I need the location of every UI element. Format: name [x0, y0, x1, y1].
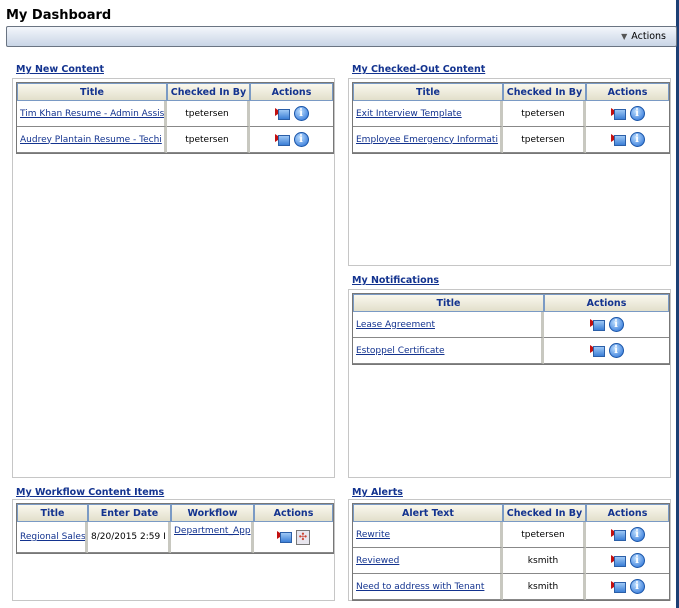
- workflow-panel: Title Enter Date Workflow Actions Regional …: [12, 499, 335, 601]
- notification-link[interactable]: Lease Agreement: [356, 320, 435, 330]
- enter-date: 8/20/2015 2:59 I: [88, 522, 171, 553]
- col-enter-date[interactable]: Enter Date: [88, 504, 171, 522]
- alert-link[interactable]: Reviewed: [356, 556, 399, 566]
- notifications-title[interactable]: My Notifications: [352, 275, 439, 286]
- content-link[interactable]: Employee Emergency Informati: [356, 135, 498, 145]
- col-title[interactable]: Title: [353, 294, 544, 312]
- info-icon[interactable]: i: [629, 579, 645, 594]
- col-actions: Actions: [586, 83, 669, 101]
- table-row: Need to address with Tenant ksmith i: [353, 574, 669, 600]
- col-checked-in-by[interactable]: Checked In By: [503, 504, 586, 522]
- content-link[interactable]: Exit Interview Template: [356, 109, 462, 119]
- checked-in-by: ksmith: [503, 548, 586, 574]
- col-actions: Actions: [254, 504, 333, 522]
- checked-in-by: tpetersen: [503, 101, 586, 127]
- alerts-table: Alert Text Checked In By Actions Rewrite tp…: [352, 503, 670, 601]
- info-icon[interactable]: i: [629, 553, 645, 568]
- workflow-link[interactable]: Department_App: [174, 526, 251, 536]
- col-actions: Actions: [250, 83, 333, 101]
- alert-link[interactable]: Need to address with Tenant: [356, 582, 484, 592]
- col-alert-text[interactable]: Alert Text: [353, 504, 503, 522]
- info-icon[interactable]: i: [293, 106, 309, 121]
- workflow-table: Title Enter Date Workflow Actions Regional …: [16, 503, 334, 554]
- col-actions: Actions: [586, 504, 669, 522]
- actions-menu-icon[interactable]: [274, 133, 291, 146]
- col-title[interactable]: Title: [17, 504, 88, 522]
- alerts-panel: Alert Text Checked In By Actions Rewrite tp…: [348, 499, 671, 601]
- checked-in-by: ksmith: [503, 574, 586, 600]
- checked-in-by: tpetersen: [167, 101, 250, 127]
- info-icon[interactable]: i: [608, 317, 624, 332]
- info-icon[interactable]: i: [629, 132, 645, 147]
- actions-menu-icon[interactable]: [610, 107, 627, 120]
- alert-link[interactable]: Rewrite: [356, 530, 390, 540]
- table-row: Tim Khan Resume - Admin Assis tpetersen i: [17, 101, 333, 127]
- new-content-title[interactable]: My New Content: [16, 64, 104, 75]
- table-row: Reviewed ksmith i: [353, 548, 669, 574]
- checked-out-panel: Title Checked In By Actions Exit Interview…: [348, 78, 671, 266]
- checked-in-by: tpetersen: [503, 522, 586, 548]
- info-icon[interactable]: i: [293, 132, 309, 147]
- actions-label: Actions: [631, 31, 666, 42]
- workflow-title[interactable]: My Workflow Content Items: [16, 487, 164, 498]
- table-row: Employee Emergency Informati tpetersen i: [353, 127, 669, 153]
- actions-menu-icon[interactable]: [274, 107, 291, 120]
- notification-link[interactable]: Estoppel Certificate: [356, 346, 444, 356]
- col-workflow[interactable]: Workflow: [171, 504, 254, 522]
- content-link[interactable]: Tim Khan Resume - Admin Assis: [20, 109, 164, 119]
- alerts-title[interactable]: My Alerts: [352, 487, 403, 498]
- content-link[interactable]: Audrey Plantain Resume - Techi: [20, 135, 162, 145]
- info-icon[interactable]: i: [608, 343, 624, 358]
- col-title[interactable]: Title: [353, 83, 503, 101]
- workflow-step-icon[interactable]: ✣: [296, 529, 310, 545]
- col-title[interactable]: Title: [17, 83, 167, 101]
- actions-menu-icon[interactable]: [589, 344, 606, 357]
- dashboard-toolbar: ▼ Actions: [6, 26, 677, 47]
- checked-out-table: Title Checked In By Actions Exit Interview…: [352, 82, 670, 154]
- table-row: Estoppel Certificate i: [353, 338, 669, 364]
- page-title: My Dashboard: [6, 8, 112, 23]
- table-row: Exit Interview Template tpetersen i: [353, 101, 669, 127]
- checked-in-by: tpetersen: [503, 127, 586, 153]
- col-checked-in-by[interactable]: Checked In By: [167, 83, 250, 101]
- checked-out-title[interactable]: My Checked-Out Content: [352, 64, 485, 75]
- table-row: Rewrite tpetersen i: [353, 522, 669, 548]
- content-link[interactable]: Regional Sales: [20, 532, 85, 542]
- new-content-table: Title Checked In By Actions Tim Khan Resum…: [16, 82, 334, 154]
- actions-menu-button[interactable]: ▼ Actions: [621, 31, 666, 42]
- chevron-down-icon: ▼: [621, 32, 628, 41]
- table-row: Regional Sales 8/20/2015 2:59 I Department…: [17, 522, 333, 553]
- info-icon[interactable]: i: [629, 527, 645, 542]
- notifications-table: Title Actions Lease Agreement i Estoppel C…: [352, 293, 670, 365]
- info-icon[interactable]: i: [629, 106, 645, 121]
- table-row: Lease Agreement i: [353, 312, 669, 338]
- actions-menu-icon[interactable]: [610, 580, 627, 593]
- actions-menu-icon[interactable]: [610, 554, 627, 567]
- checked-in-by: tpetersen: [167, 127, 250, 153]
- col-checked-in-by[interactable]: Checked In By: [503, 83, 586, 101]
- notifications-panel: Title Actions Lease Agreement i Estoppel C…: [348, 289, 671, 478]
- actions-menu-icon[interactable]: [277, 531, 293, 543]
- table-row: Audrey Plantain Resume - Techi tpetersen i: [17, 127, 333, 153]
- actions-menu-icon[interactable]: [589, 318, 606, 331]
- actions-menu-icon[interactable]: [610, 133, 627, 146]
- col-actions: Actions: [544, 294, 669, 312]
- new-content-panel: Title Checked In By Actions Tim Khan Resum…: [12, 78, 335, 478]
- actions-menu-icon[interactable]: [610, 528, 627, 541]
